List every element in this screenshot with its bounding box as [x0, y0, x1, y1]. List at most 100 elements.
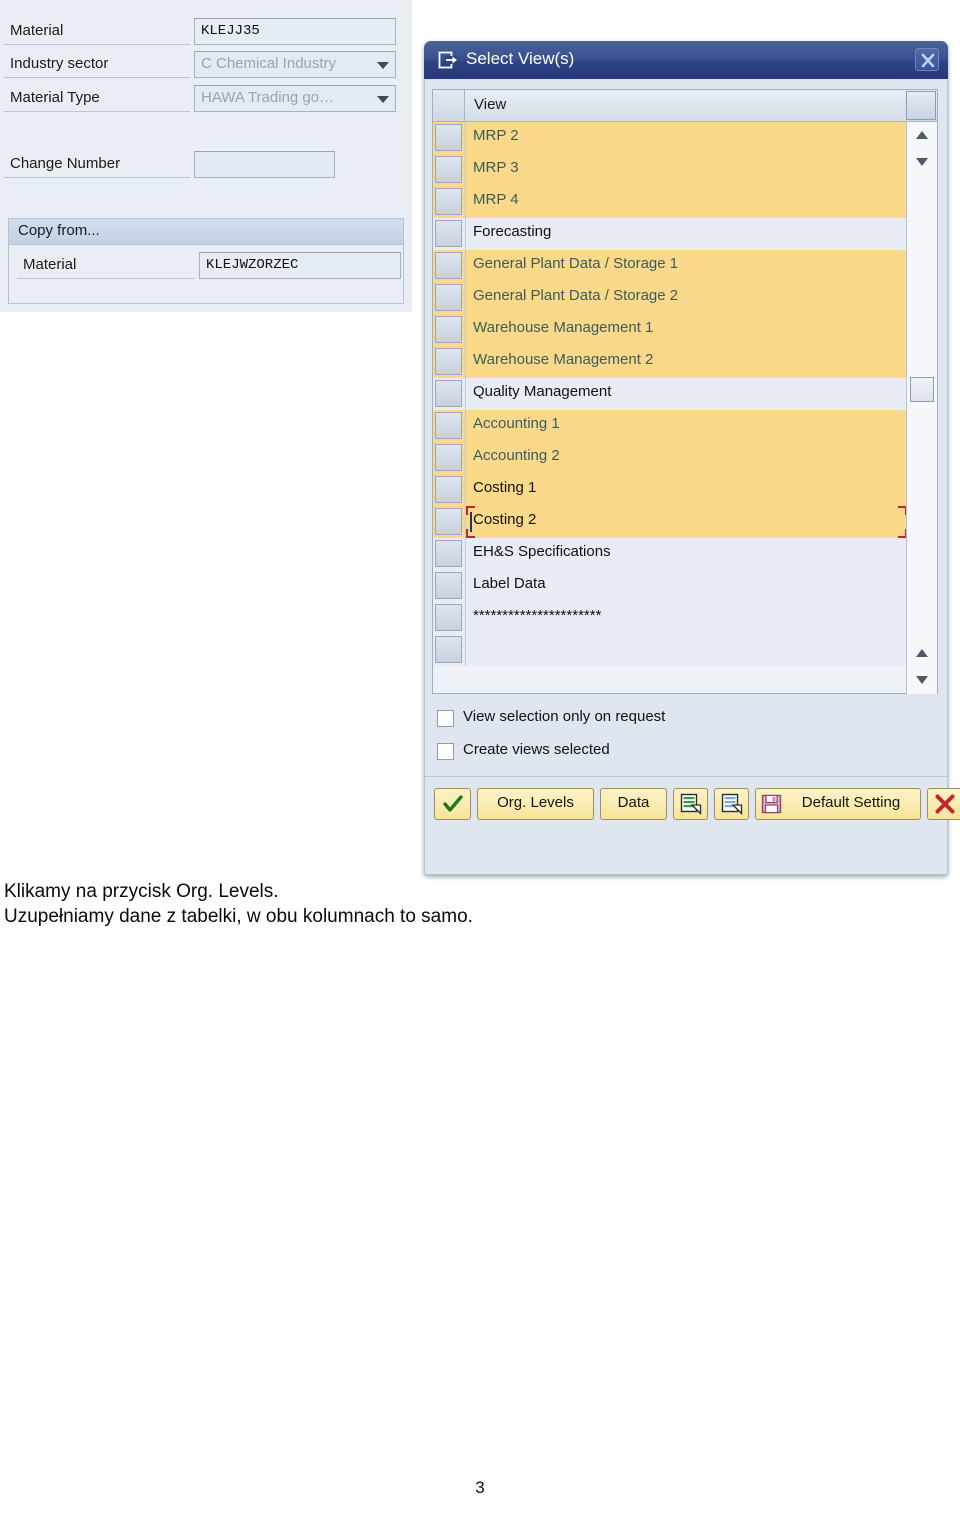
- industry-sector-select[interactable]: C Chemical Industry: [194, 51, 396, 78]
- material-label: Material: [10, 22, 64, 39]
- caption-text: Klikamy na przycisk Org. Levels. Uzupełn…: [4, 879, 704, 929]
- table-row[interactable]: Forecasting: [433, 218, 907, 250]
- row-divider: [465, 218, 466, 250]
- chevron-down-icon[interactable]: [377, 61, 389, 69]
- scroll-up-bottom-button[interactable]: [907, 640, 937, 666]
- org-levels-button[interactable]: Org. Levels: [477, 788, 594, 820]
- checkbox-box-icon[interactable]: [437, 743, 454, 760]
- row-divider: [465, 378, 466, 410]
- table-row[interactable]: Quality Management: [433, 378, 907, 410]
- row-select-button[interactable]: [435, 380, 462, 407]
- views-vertical-scrollbar[interactable]: [906, 122, 937, 694]
- row-divider: [465, 122, 466, 154]
- table-row[interactable]: Costing 1: [433, 474, 907, 506]
- row-select-button[interactable]: [435, 508, 462, 535]
- table-row[interactable]: [433, 634, 907, 666]
- table-row[interactable]: Label Data: [433, 570, 907, 602]
- row-select-button[interactable]: [435, 124, 462, 151]
- copy-from-title-bar: Copy from...: [9, 219, 403, 245]
- default-setting-button[interactable]: Default Setting: [755, 788, 921, 820]
- table-row[interactable]: MRP 2: [433, 122, 907, 154]
- copy-from-material-input[interactable]: KLEJWZORZEC: [199, 252, 401, 279]
- scroll-down-top-button[interactable]: [907, 149, 937, 175]
- continue-button[interactable]: [434, 788, 471, 820]
- material-type-select[interactable]: HAWA Trading go…: [194, 85, 396, 112]
- cancel-button[interactable]: [927, 788, 960, 820]
- scroll-down-bottom-button[interactable]: [907, 667, 937, 693]
- row-select-button[interactable]: [435, 348, 462, 375]
- checkbox-box-icon[interactable]: [437, 710, 454, 727]
- views-row-list[interactable]: MRP 2 MRP 3 MRP 4 Forecasting General Plant …: [433, 122, 907, 694]
- row-label: MRP 2: [473, 127, 519, 144]
- page-number: 3: [475, 1478, 485, 1497]
- row-label: Accounting 1: [473, 415, 560, 432]
- row-select-button[interactable]: [435, 252, 462, 279]
- green-check-icon: [443, 795, 463, 812]
- copy-from-group: Copy from... Material KLEJWZORZEC: [8, 218, 404, 304]
- table-row[interactable]: **********************: [433, 602, 907, 634]
- field-row-change-number: Change Number: [4, 151, 404, 178]
- row-select-button[interactable]: [435, 636, 462, 663]
- table-row[interactable]: General Plant Data / Storage 1: [433, 250, 907, 282]
- table-row[interactable]: Warehouse Management 1: [433, 314, 907, 346]
- row-divider: [465, 186, 466, 218]
- copy-blue-list-button[interactable]: [714, 788, 749, 820]
- chevron-down-icon[interactable]: [377, 95, 389, 103]
- data-button[interactable]: Data: [600, 788, 667, 820]
- change-number-label: Change Number: [10, 155, 121, 172]
- row-divider: [465, 474, 466, 506]
- table-row[interactable]: Costing 2: [433, 506, 907, 538]
- select-all-button[interactable]: [433, 90, 465, 121]
- label-underline: [4, 111, 190, 112]
- text-cursor: [470, 512, 472, 532]
- table-row[interactable]: MRP 3: [433, 154, 907, 186]
- row-select-button[interactable]: [435, 604, 462, 631]
- row-select-button[interactable]: [435, 156, 462, 183]
- row-select-button[interactable]: [435, 476, 462, 503]
- copy-green-list-button[interactable]: [673, 788, 708, 820]
- table-row[interactable]: Accounting 2: [433, 442, 907, 474]
- table-row[interactable]: EH&S Specifications: [433, 538, 907, 570]
- dialog-title-bar: Select View(s): [424, 41, 948, 80]
- scrollbar-thumb[interactable]: [910, 377, 934, 402]
- row-divider: [465, 634, 466, 666]
- scroll-up-top-button[interactable]: [907, 122, 937, 148]
- label-underline: [4, 77, 190, 78]
- row-label: Warehouse Management 1: [473, 319, 654, 336]
- label-underline: [17, 278, 195, 279]
- data-label: Data: [617, 794, 650, 811]
- table-row[interactable]: Warehouse Management 2: [433, 346, 907, 378]
- row-label: Quality Management: [473, 383, 612, 400]
- row-label: MRP 4: [473, 191, 519, 208]
- table-row[interactable]: General Plant Data / Storage 2: [433, 282, 907, 314]
- material-header-form: Material KLEJJ35 Industry sector C Chemi…: [0, 0, 412, 312]
- industry-sector-label: Industry sector: [10, 55, 109, 72]
- row-select-button[interactable]: [435, 188, 462, 215]
- change-number-input[interactable]: [194, 151, 335, 178]
- org-levels-label: Org. Levels: [497, 794, 574, 811]
- row-label: **********************: [473, 607, 602, 624]
- material-type-label: Material Type: [10, 89, 100, 106]
- row-select-button[interactable]: [435, 540, 462, 567]
- material-input[interactable]: KLEJJ35: [194, 18, 396, 45]
- red-x-icon: [935, 794, 955, 814]
- close-icon[interactable]: [915, 48, 939, 71]
- row-select-button[interactable]: [435, 572, 462, 599]
- row-select-button[interactable]: [435, 220, 462, 247]
- row-label: MRP 3: [473, 159, 519, 176]
- table-row[interactable]: MRP 4: [433, 186, 907, 218]
- row-select-button[interactable]: [435, 412, 462, 439]
- industry-sector-value: C Chemical Industry: [201, 55, 337, 72]
- row-select-button[interactable]: [435, 444, 462, 471]
- row-divider: [465, 570, 466, 602]
- table-settings-button[interactable]: [906, 91, 936, 120]
- row-divider: [465, 154, 466, 186]
- row-divider: [465, 410, 466, 442]
- row-divider: [465, 250, 466, 282]
- caption-line-1: Klikamy na przycisk Org. Levels.: [4, 881, 279, 902]
- row-select-button[interactable]: [435, 316, 462, 343]
- row-select-button[interactable]: [435, 284, 462, 311]
- row-label: Forecasting: [473, 223, 552, 240]
- copy-from-title: Copy from...: [18, 222, 100, 239]
- table-row[interactable]: Accounting 1: [433, 410, 907, 442]
